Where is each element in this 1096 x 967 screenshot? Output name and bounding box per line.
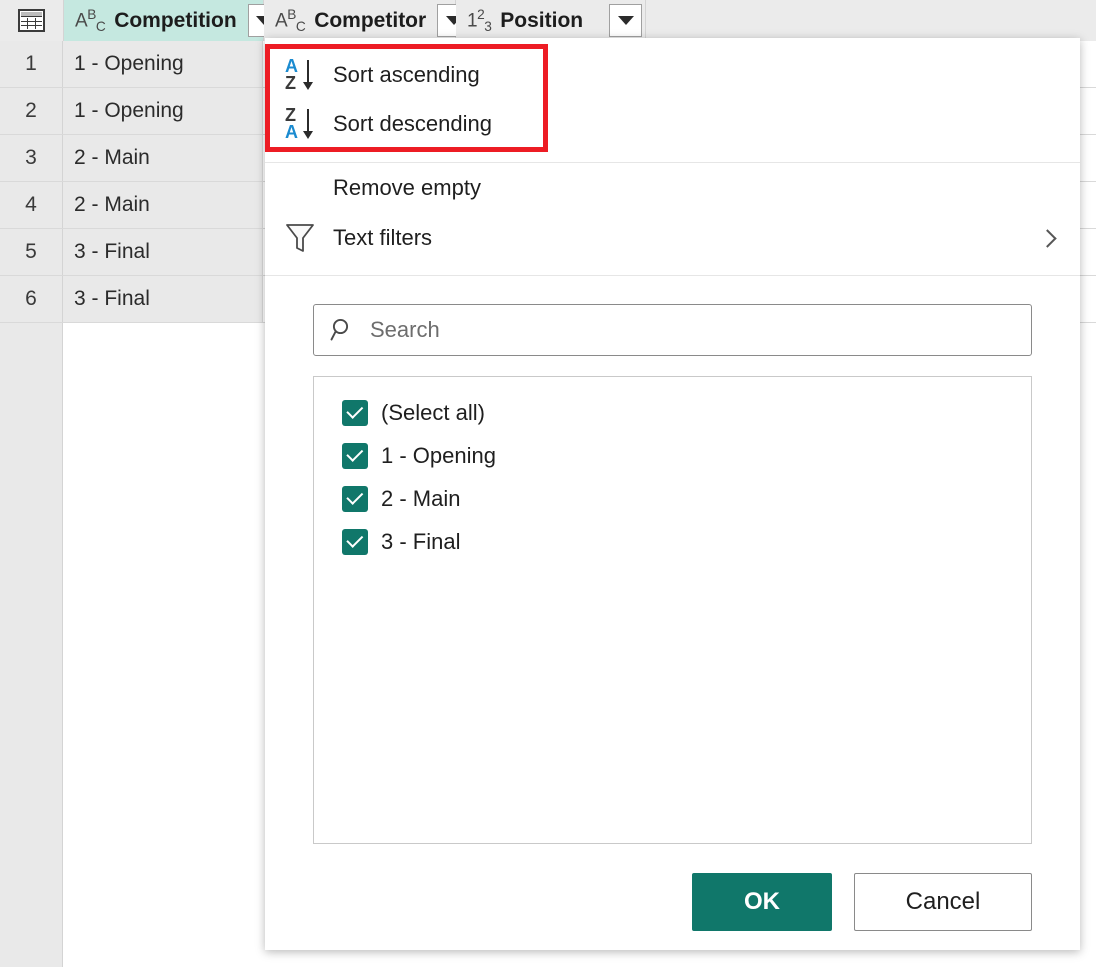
sort-ascending-icon: A Z [285, 56, 333, 94]
submenu-arrow [1041, 232, 1080, 245]
menu-item-label: Sort ascending [333, 62, 480, 88]
sort-icon-bottom-letter: A [285, 124, 298, 141]
abc-text-type-icon: ABC [75, 7, 105, 34]
menu-item-sort-ascending[interactable]: A Z Sort ascending [265, 50, 1080, 99]
abc-text-type-icon: ABC [275, 7, 305, 34]
checkbox-checked[interactable] [342, 486, 368, 512]
funnel-icon [285, 222, 333, 254]
list-item-label: (Select all) [381, 400, 485, 426]
row-number: 3 [0, 135, 63, 181]
list-item[interactable]: 1 - Opening [314, 434, 1031, 477]
cell-competition[interactable]: 2 - Main [63, 135, 263, 181]
chevron-right-icon [1038, 229, 1056, 247]
column-header-label: Competition [114, 9, 236, 33]
list-item[interactable]: 2 - Main [314, 477, 1031, 520]
row-number: 4 [0, 182, 63, 228]
search-input[interactable] [368, 316, 1015, 344]
grid-corner-cell[interactable] [0, 0, 64, 41]
sort-icon-top-letter: Z [285, 107, 298, 124]
menu-item-text-filters[interactable]: Text filters [265, 213, 1080, 263]
search-box[interactable] [313, 304, 1032, 356]
column-header-empty [646, 0, 1096, 41]
funnel-icon-svg [285, 222, 315, 254]
search-section [265, 276, 1080, 356]
menu-item-label: Sort descending [333, 111, 492, 137]
list-item-label: 2 - Main [381, 486, 460, 512]
chevron-down-icon [618, 16, 634, 25]
menu-item-label: Text filters [333, 225, 432, 251]
checkbox-checked[interactable] [342, 443, 368, 469]
filter-values-listbox[interactable]: (Select all) 1 - Opening 2 - Main 3 - Fi… [313, 376, 1032, 844]
123-number-type-icon: 123 [467, 7, 491, 34]
table-icon [18, 9, 45, 32]
list-item-label: 3 - Final [381, 529, 460, 555]
column-header-label: Position [500, 9, 583, 33]
row-number: 2 [0, 88, 63, 134]
row-number: 6 [0, 276, 63, 322]
cancel-button[interactable]: Cancel [854, 873, 1032, 931]
menu-item-label: Remove empty [333, 175, 481, 201]
cell-competition[interactable]: 1 - Opening [63, 88, 263, 134]
row-number: 5 [0, 229, 63, 275]
list-item[interactable]: 3 - Final [314, 520, 1031, 563]
checkbox-checked[interactable] [342, 400, 368, 426]
cell-competition[interactable]: 2 - Main [63, 182, 263, 228]
list-item-select-all[interactable]: (Select all) [314, 391, 1031, 434]
menu-item-remove-empty[interactable]: Remove empty [265, 163, 1080, 213]
list-item-label: 1 - Opening [381, 443, 496, 469]
dialog-button-row: OK Cancel [265, 844, 1080, 931]
cell-competition[interactable]: 3 - Final [63, 276, 263, 322]
cell-competition[interactable]: 1 - Opening [63, 41, 263, 87]
sort-icon-bottom-letter: Z [285, 75, 298, 92]
cell-competition[interactable]: 3 - Final [63, 229, 263, 275]
row-number: 1 [0, 41, 63, 87]
menu-item-sort-descending[interactable]: Z A Sort descending [265, 99, 1080, 148]
sort-icon-top-letter: A [285, 58, 298, 75]
column-filter-dropdown-panel: A Z Sort ascending Z A Sort descending R… [265, 38, 1080, 950]
column-header-competitor[interactable]: ABC Competitor [264, 0, 456, 41]
column-header-competition[interactable]: ABC Competition [64, 0, 264, 41]
column-header-label: Competitor [314, 9, 426, 33]
ok-button[interactable]: OK [692, 873, 832, 931]
checkbox-checked[interactable] [342, 529, 368, 555]
sort-descending-icon: Z A [285, 105, 333, 143]
column-header-position[interactable]: 123 Position [456, 0, 646, 41]
search-icon [330, 317, 356, 343]
column-filter-dropdown-position[interactable] [609, 4, 642, 37]
grid-header-row: ABC Competition ABC Competitor 123 Posit… [0, 0, 1096, 42]
